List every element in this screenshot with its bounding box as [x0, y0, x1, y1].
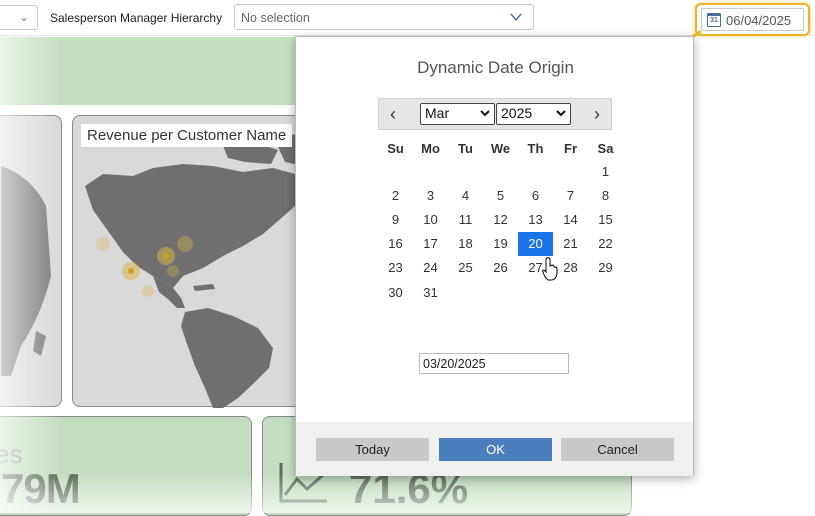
calendar-day-empty — [448, 280, 483, 304]
weekday-label: Fr — [564, 140, 577, 156]
calendar-week-row: 23 24 25 26 27 28 29 — [378, 256, 623, 280]
chevron-right-icon[interactable]: › — [587, 105, 607, 125]
calendar-days: 1 2 3 4 5 6 7 8 9 10 11 12 13 14 15 16 17 18 19 20 21 22 23 24 2… — [378, 159, 623, 304]
dialog-footer: Today OK Cancel — [296, 422, 693, 476]
calendar-day[interactable]: 12 — [483, 207, 518, 231]
cancel-button[interactable]: Cancel — [561, 438, 674, 461]
calendar-day[interactable]: 7 — [553, 183, 588, 207]
chevron-left-icon[interactable]: ‹ — [383, 105, 403, 125]
calendar-day[interactable]: 23 — [378, 256, 413, 280]
calendar-day-empty — [553, 280, 588, 304]
dashboard-banner — [0, 37, 300, 105]
calendar-day[interactable]: 1 — [588, 159, 623, 183]
year-value: 2025 — [501, 105, 533, 121]
weekday-label: Su — [387, 140, 404, 156]
calendar-day[interactable]: 19 — [483, 232, 518, 256]
calendar-day[interactable]: 31 — [413, 280, 448, 304]
date-input-field[interactable] — [419, 353, 569, 374]
calendar-day[interactable]: 21 — [553, 232, 588, 256]
calendar-day[interactable]: 14 — [553, 207, 588, 231]
weekday-label: Th — [527, 140, 544, 156]
calendar-day[interactable]: 17 — [413, 232, 448, 256]
calendar-day-empty — [448, 159, 483, 183]
calendar-day[interactable]: 13 — [518, 207, 553, 231]
calendar-week-row: 2345678 — [378, 183, 623, 207]
calendar-day[interactable]: 25 — [448, 256, 483, 280]
revenue-map-card: Revenue per Customer Name — [72, 115, 303, 408]
date-origin-value: 06/04/2025 — [726, 13, 792, 28]
weekday-label: Mo — [421, 140, 440, 156]
hand-cursor-icon — [542, 257, 558, 281]
today-button[interactable]: Today — [316, 438, 429, 461]
calendar-day-empty — [378, 159, 413, 183]
calendar-day-empty — [483, 159, 518, 183]
filter-label: Salesperson Manager Hierarchy — [50, 11, 223, 25]
date-origin-field[interactable]: 31 06/04/2025 — [701, 8, 804, 31]
calendar-week-row: 30 31 — [378, 280, 623, 304]
calendar-day[interactable]: 10 — [413, 207, 448, 231]
filter-value: No selection — [241, 11, 310, 25]
chevron-down-icon — [480, 110, 490, 117]
calendar-day-empty — [518, 159, 553, 183]
calendar-day-selected[interactable]: 20 — [518, 231, 553, 256]
calendar-day[interactable]: 3 — [413, 183, 448, 207]
weekday-header: Su Mo Tu We Th Fr Sa — [378, 137, 623, 159]
calendar-day[interactable]: 5 — [483, 183, 518, 207]
calendar-day[interactable]: 16 — [378, 232, 413, 256]
calendar-day[interactable]: 22 — [588, 232, 623, 256]
calendar-day[interactable]: 8 — [588, 183, 623, 207]
weekday-label: Sa — [597, 140, 614, 156]
filter-dropdown-partial[interactable]: ⌄ — [0, 5, 38, 30]
kpi-value: 79M — [1, 465, 81, 512]
calendar-day-empty — [588, 280, 623, 304]
calendar-week-row: 1 — [378, 159, 623, 183]
ok-button[interactable]: OK — [439, 438, 552, 461]
calendar-day[interactable]: 6 — [518, 183, 553, 207]
calendar-week-row: 16 17 18 19 20 21 22 — [378, 231, 623, 256]
calendar-day[interactable]: 11 — [448, 207, 483, 231]
calendar-day[interactable]: 18 — [448, 232, 483, 256]
date-origin-button[interactable]: 31 06/04/2025 — [695, 3, 810, 36]
calendar-grid: Su Mo Tu We Th Fr Sa 1 2 3 4 5 6 7 8 9 10 11 12 13 14… — [378, 137, 623, 304]
calendar-day-empty — [553, 159, 588, 183]
calendar-day-empty — [518, 280, 553, 304]
month-select[interactable]: Mar — [420, 103, 495, 125]
calendar-day[interactable]: 29 — [588, 256, 623, 280]
date-origin-dialog: Dynamic Date Origin ‹ Mar 2025 › Su Mo T… — [295, 36, 694, 476]
chevron-down-icon — [556, 110, 566, 117]
dashboard-card-left — [0, 115, 62, 407]
year-select[interactable]: 2025 — [496, 103, 571, 125]
calendar-nav: ‹ Mar 2025 › — [378, 98, 612, 130]
map-title: Revenue per Customer Name — [81, 124, 293, 147]
weekday-label: We — [490, 140, 511, 156]
chevron-down-icon: ⌄ — [18, 10, 29, 24]
calendar-day-empty — [483, 280, 518, 304]
calendar-icon: 31 — [707, 13, 721, 27]
salesperson-filter-select[interactable]: No selection — [234, 4, 534, 30]
calendar-week-row: 9 10 11 12 13 14 15 — [378, 207, 623, 231]
calendar-day-empty — [413, 159, 448, 183]
chevron-down-icon — [510, 13, 522, 22]
calendar-day[interactable]: 28 — [553, 256, 588, 280]
calendar-day[interactable]: 26 — [483, 256, 518, 280]
map-fragment — [1, 166, 51, 376]
calendar-day[interactable]: 2 — [378, 183, 413, 207]
calendar-day[interactable]: 9 — [378, 207, 413, 231]
weekday-label: Tu — [458, 140, 473, 156]
kpi-card-revenue: es 79M — [0, 416, 252, 516]
calendar-day[interactable]: 15 — [588, 207, 623, 231]
world-map — [85, 134, 303, 408]
month-value: Mar — [425, 105, 450, 121]
calendar-day[interactable]: 30 — [378, 280, 413, 304]
dialog-title: Dynamic Date Origin — [417, 58, 574, 77]
calendar-day[interactable]: 24 — [413, 256, 448, 280]
calendar-day[interactable]: 4 — [448, 183, 483, 207]
